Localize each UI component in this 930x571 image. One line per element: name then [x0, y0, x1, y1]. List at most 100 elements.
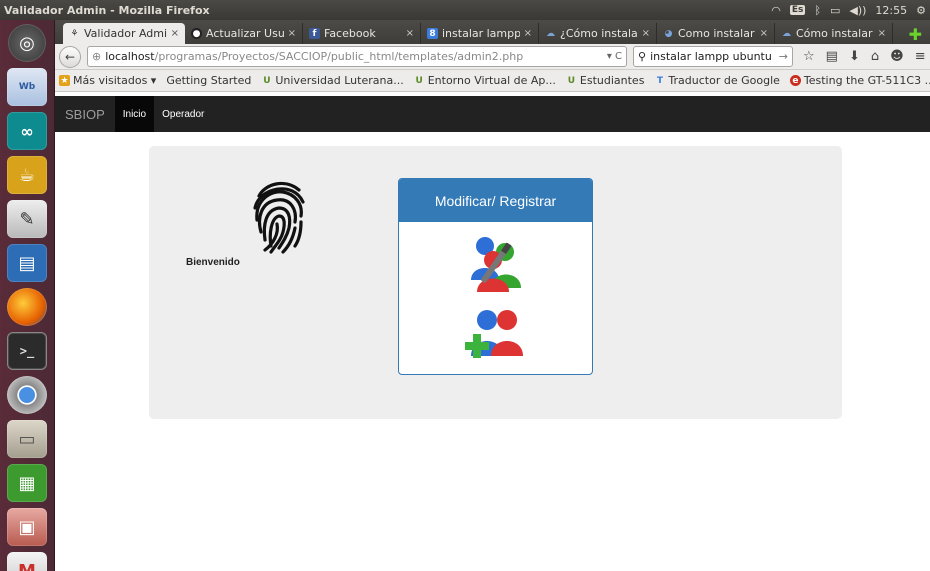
nav-link-inicio[interactable]: Inicio	[114, 96, 155, 132]
launcher-chromium-icon[interactable]	[7, 376, 47, 414]
tab-close-icon[interactable]: ×	[524, 28, 532, 39]
launcher-arduino-icon[interactable]: ∞	[7, 112, 47, 150]
bookmark-favicon-icon: U	[415, 75, 423, 86]
tab-close-icon[interactable]: ×	[760, 28, 768, 39]
tab-label: Facebook	[324, 27, 376, 40]
navigation-toolbar: ← ⊕ localhost/programas/Proyectos/SACCIO…	[55, 44, 930, 70]
launcher-file-manager-icon[interactable]: ▭	[7, 420, 47, 458]
web-page: SBIOP Inicio Operador Bienvenido Modific…	[55, 96, 930, 571]
system-tray: ◠ Es ᛒ ▭ ◀)) 12:55 ⚙	[771, 4, 930, 17]
search-icon: ⚲	[638, 50, 647, 63]
volume-icon[interactable]: ◀))	[849, 4, 866, 17]
bookmark-favicon-icon: e	[789, 75, 801, 86]
bookmark-item[interactable]: e Testing the GT-511C3 ...	[789, 74, 930, 87]
tab-favicon-icon: ●	[191, 28, 202, 39]
wifi-icon[interactable]: ◠	[771, 4, 781, 17]
bookmark-favicon-icon: T	[656, 75, 663, 86]
bookmark-label: Getting Started	[166, 74, 252, 87]
panel-body	[399, 222, 592, 374]
browser-tab[interactable]: ◕ Como instalar ... ×	[657, 23, 775, 44]
launcher-dash-home-icon[interactable]: ◎	[8, 24, 46, 62]
downloads-icon[interactable]: ⬇	[849, 49, 860, 64]
toolbar-icons: ☆ ▤ ⬇ ⌂ ☻ ≡	[803, 49, 926, 64]
bookmark-item[interactable]: Getting Started	[55, 74, 252, 107]
tab-close-icon[interactable]: ×	[171, 28, 179, 39]
tab-close-icon[interactable]: ×	[406, 28, 414, 39]
tab-close-icon[interactable]: ×	[288, 28, 296, 39]
launcher-terminal-icon[interactable]: >_	[7, 332, 47, 370]
bookmark-favicon-icon: ★	[59, 75, 70, 86]
url-bar[interactable]: ⊕ localhost/programas/Proyectos/SACCIOP/…	[87, 46, 627, 67]
tab-label: Validador Admin	[84, 27, 167, 40]
bookmark-label: Traductor de Google	[668, 74, 780, 87]
browser-tab[interactable]: f Facebook ×	[303, 23, 421, 44]
tab-favicon-icon: f	[309, 28, 320, 39]
bookmark-item[interactable]: U Universidad Luterana...	[261, 74, 403, 87]
launcher-teapot-icon[interactable]: ☕	[7, 156, 47, 194]
bookmarks-toolbar: ★ Más visitados ▾ Getting Started U Universi…	[55, 70, 930, 107]
search-bar[interactable]: ⚲ instalar lampp ubuntu →	[633, 46, 793, 67]
bookmark-item[interactable]: ★ Más visitados ▾	[59, 74, 156, 87]
launcher-gmail-icon[interactable]: M	[7, 552, 47, 571]
modify-user-icon[interactable]	[463, 234, 527, 292]
launcher-firefox-icon[interactable]	[7, 288, 47, 326]
battery-icon[interactable]: ▭	[830, 4, 840, 17]
fingerprint-icon	[253, 181, 305, 254]
menu-icon[interactable]: ≡	[915, 49, 926, 64]
tab-favicon-icon: ◕	[664, 28, 673, 39]
url-host: localhost	[105, 50, 155, 63]
bookmark-item[interactable]: U Entorno Virtual de Ap...	[414, 74, 556, 87]
search-input[interactable]: instalar lampp ubuntu	[650, 50, 772, 63]
new-tab-button[interactable]: ✚	[901, 25, 930, 44]
bluetooth-icon[interactable]: ᛒ	[814, 4, 821, 17]
browser-tab[interactable]: ☁ ¿Cómo instalar ... ×	[539, 23, 657, 44]
bookmark-item[interactable]: U Estudiantes	[566, 74, 645, 87]
bookmark-label: Universidad Luterana...	[275, 74, 404, 87]
search-go-icon[interactable]: →	[779, 50, 788, 63]
add-user-icon[interactable]	[463, 306, 527, 364]
tab-favicon-icon: ☁	[546, 28, 555, 39]
launcher-workbench-icon[interactable]: Wb	[7, 68, 47, 106]
sync-icon[interactable]: ☻	[890, 49, 904, 64]
url-path: /programas/Proyectos/SACCIOP/public_html…	[154, 50, 524, 63]
bookmark-favicon-icon: U	[567, 75, 576, 86]
tab-label: ¿Cómo instalar ...	[560, 27, 638, 40]
back-button[interactable]: ←	[59, 45, 81, 68]
tab-close-icon[interactable]: ×	[878, 28, 886, 39]
reading-list-icon[interactable]: ▤	[826, 49, 838, 64]
launcher-text-editor-icon[interactable]: ✎	[7, 200, 47, 238]
home-icon[interactable]: ⌂	[871, 49, 879, 64]
tab-label: Actualizar Usu...	[206, 27, 284, 40]
keyboard-layout-indicator[interactable]: Es	[789, 5, 806, 15]
tab-label: Como instalar ...	[678, 27, 756, 40]
url-dropdown-reload[interactable]: ▾ C	[607, 51, 622, 62]
browser-tab[interactable]: ⚘ Validador Admin ×	[63, 23, 185, 44]
bookmark-star-icon[interactable]: ☆	[803, 49, 815, 64]
settings-gear-icon[interactable]: ⚙	[916, 4, 926, 17]
browser-tab[interactable]: 8 instalar lampp ... ×	[421, 23, 539, 44]
launcher-calc-icon[interactable]: ▦	[7, 464, 47, 502]
app-navbar: SBIOP Inicio Operador	[55, 96, 930, 132]
jumbotron: Bienvenido Modificar/ Registrar	[149, 146, 842, 419]
modify-register-panel: Modificar/ Registrar	[398, 178, 593, 375]
bookmark-label: Testing the GT-511C3 ...	[803, 74, 930, 87]
bookmark-item[interactable]: T Traductor de Google	[654, 74, 780, 87]
tab-close-icon[interactable]: ×	[642, 28, 650, 39]
unity-launcher: ◎ Wb ∞ ☕ ✎ ▤ >_ ▭ ▦ ▣ M	[0, 20, 55, 571]
site-identity-icon[interactable]: ⊕	[92, 50, 101, 63]
nav-link-operador[interactable]: Operador	[154, 96, 212, 132]
navbar-brand[interactable]: SBIOP	[65, 107, 105, 122]
browser-tab[interactable]: ● Actualizar Usu... ×	[185, 23, 303, 44]
tab-favicon-icon: 8	[427, 28, 438, 39]
browser-tab[interactable]: ☁ Cómo instalar ... ×	[775, 23, 893, 44]
launcher-photos-icon[interactable]: ▣	[7, 508, 47, 546]
panel-heading: Modificar/ Registrar	[399, 179, 592, 222]
bookmark-label: Más visitados ▾	[73, 74, 157, 87]
ubuntu-top-panel: Validador Admin - Mozilla Firefox ◠ Es ᛒ…	[0, 0, 930, 20]
window-title: Validador Admin - Mozilla Firefox	[4, 3, 210, 17]
launcher-writer-icon[interactable]: ▤	[7, 244, 47, 282]
bookmark-favicon-icon: U	[263, 75, 271, 86]
clock[interactable]: 12:55	[875, 4, 907, 17]
tab-favicon-icon: ⚘	[70, 28, 79, 39]
tab-favicon-icon: ☁	[782, 28, 791, 39]
